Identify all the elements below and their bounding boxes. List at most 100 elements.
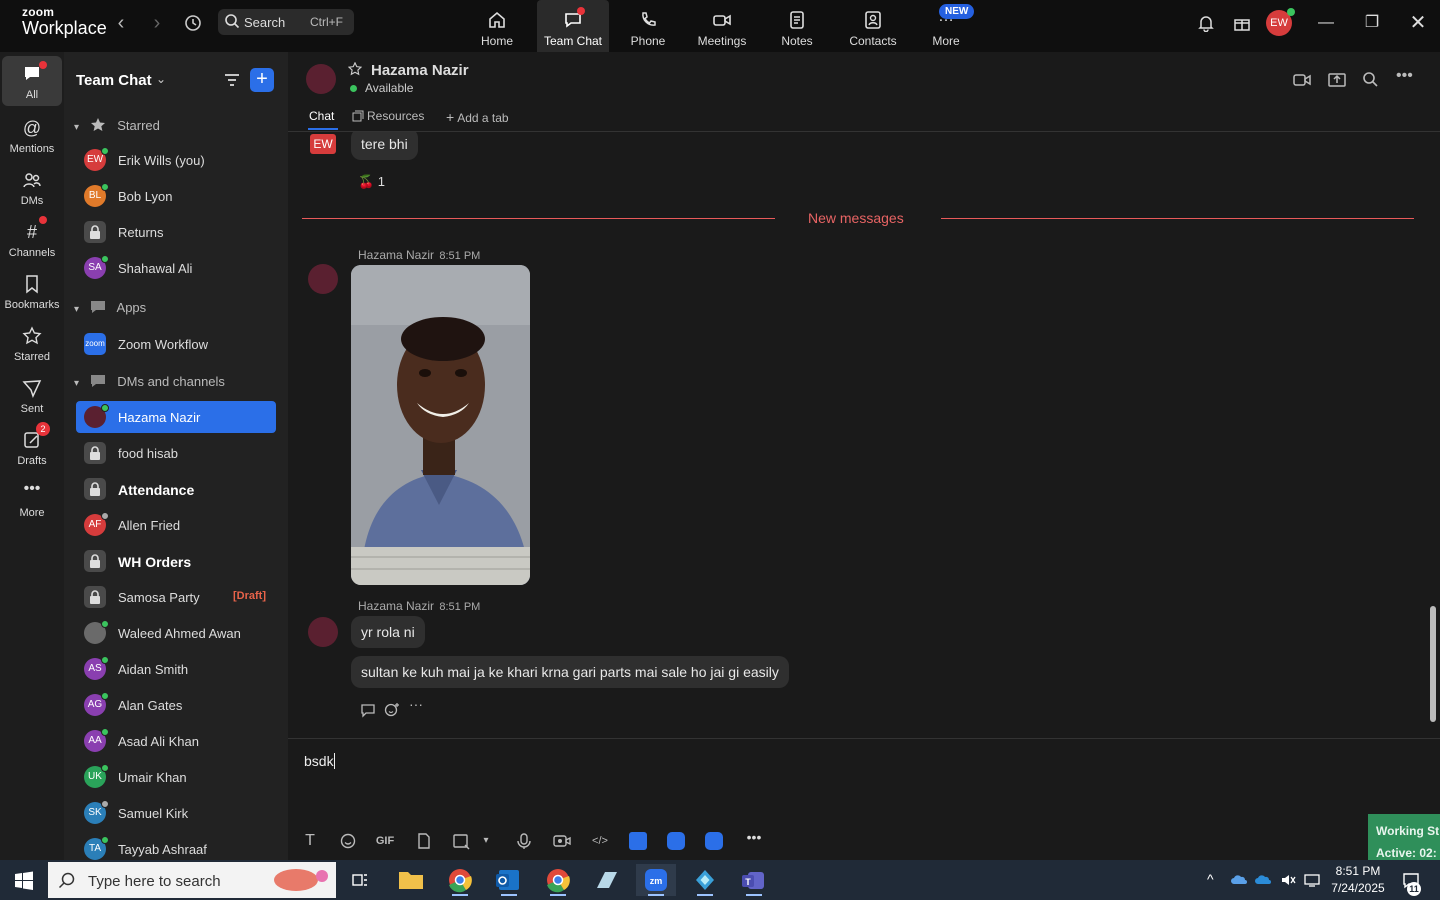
network-icon[interactable] bbox=[1303, 871, 1321, 889]
rail-dms[interactable]: DMs bbox=[2, 162, 62, 212]
rail-sent[interactable]: Sent bbox=[2, 370, 62, 420]
teams-icon[interactable]: T bbox=[734, 864, 774, 896]
sidebar-item[interactable]: SK Samuel Kirk bbox=[76, 797, 276, 829]
sidebar-item[interactable]: zoom Zoom Workflow bbox=[76, 328, 276, 360]
sidebar-item[interactable]: UK Umair Khan bbox=[76, 761, 276, 793]
task-view-icon[interactable] bbox=[351, 871, 369, 889]
mic-icon[interactable] bbox=[514, 831, 534, 851]
sidebar-item[interactable]: AG Alan Gates bbox=[76, 689, 276, 721]
rail-all[interactable]: All bbox=[2, 56, 62, 106]
contact-avatar[interactable] bbox=[306, 64, 336, 94]
outlook-icon[interactable] bbox=[489, 864, 529, 896]
taskbar-clock[interactable]: 8:51 PM 7/24/2025 bbox=[1330, 863, 1386, 897]
zoom-app-icon[interactable]: zm bbox=[636, 864, 676, 896]
rail-more[interactable]: ••• More bbox=[2, 474, 62, 524]
tab-resources[interactable]: Resources bbox=[352, 109, 424, 123]
sidebar-item[interactable]: TA Tayyab Ashraaf bbox=[76, 833, 276, 860]
nav-team-chat[interactable]: Team Chat bbox=[537, 0, 609, 52]
sender-avatar[interactable] bbox=[308, 264, 338, 294]
rail-mentions[interactable]: @ Mentions bbox=[2, 110, 62, 160]
share-screen-icon[interactable] bbox=[1327, 70, 1347, 90]
nav-phone[interactable]: Phone bbox=[612, 0, 684, 52]
new-chat-button[interactable]: + bbox=[250, 68, 274, 92]
chevron-down-icon[interactable]: ⌄ bbox=[156, 72, 166, 86]
reaction-chip[interactable]: 🍒 1 bbox=[358, 174, 385, 190]
gif-icon[interactable]: GIF bbox=[375, 831, 395, 851]
chrome-icon[interactable] bbox=[440, 864, 480, 896]
message-bubble[interactable]: tere bhi bbox=[351, 132, 418, 160]
rail-channels[interactable]: # Channels bbox=[2, 214, 62, 264]
search-input[interactable]: Search Ctrl+F bbox=[218, 9, 354, 35]
rail-drafts[interactable]: 2 Drafts bbox=[2, 422, 62, 472]
sidebar-item[interactable]: Waleed Ahmed Awan bbox=[76, 617, 276, 649]
app-icon[interactable] bbox=[587, 864, 627, 896]
nav-home[interactable]: Home bbox=[461, 0, 533, 52]
ellipsis-icon[interactable]: ··· bbox=[409, 696, 423, 712]
scrollbar[interactable] bbox=[1430, 606, 1436, 722]
history-icon[interactable] bbox=[182, 12, 204, 34]
emoji-icon[interactable] bbox=[338, 831, 358, 851]
minimize-icon[interactable]: — bbox=[1313, 10, 1339, 36]
composer-input[interactable]: bsdk bbox=[304, 753, 335, 769]
file-icon[interactable] bbox=[414, 831, 434, 851]
section-starred[interactable]: ▾ Starred bbox=[74, 118, 160, 138]
video-call-icon[interactable] bbox=[1292, 70, 1312, 90]
sidebar-item[interactable]: SA Shahawal Ali bbox=[76, 252, 276, 284]
section-apps[interactable]: ▾ Apps bbox=[74, 300, 146, 320]
text-format-icon[interactable]: T bbox=[300, 831, 320, 851]
file-explorer-icon[interactable] bbox=[391, 864, 431, 896]
app-icon-2[interactable] bbox=[667, 832, 685, 850]
shared-photo[interactable] bbox=[351, 265, 530, 585]
rail-starred[interactable]: Starred bbox=[2, 318, 62, 368]
search-icon[interactable] bbox=[1361, 70, 1381, 90]
sidebar-title[interactable]: Team Chat bbox=[76, 72, 152, 89]
forward-arrow-icon[interactable]: › bbox=[146, 12, 168, 34]
contact-name[interactable]: Hazama Nazir bbox=[371, 62, 469, 79]
section-dms-and-channels[interactable]: ▾ DMs and channels bbox=[74, 374, 225, 394]
working-status-widget[interactable]: Working St Active: 02: bbox=[1368, 814, 1440, 860]
sidebar-item[interactable]: Attendance bbox=[76, 473, 276, 505]
sender-avatar[interactable]: EW bbox=[310, 134, 336, 154]
app-icon-3[interactable] bbox=[705, 832, 723, 850]
chrome-profile-icon[interactable] bbox=[538, 864, 578, 896]
volume-icon[interactable] bbox=[1279, 871, 1297, 889]
sidebar-item[interactable]: Samosa Party [Draft] bbox=[76, 581, 276, 613]
filter-icon[interactable] bbox=[222, 70, 242, 90]
sender-name[interactable]: Hazama Nazir bbox=[358, 248, 434, 262]
onedrive-icon[interactable] bbox=[1231, 871, 1249, 889]
gift-icon[interactable] bbox=[1229, 10, 1255, 36]
windows-start-icon[interactable] bbox=[14, 871, 34, 891]
cloud-icon[interactable] bbox=[1255, 871, 1273, 889]
ellipsis-icon[interactable]: ••• bbox=[744, 830, 764, 851]
message-bubble[interactable]: yr rola ni bbox=[351, 616, 425, 648]
close-icon[interactable]: ✕ bbox=[1405, 10, 1431, 36]
video-clip-icon[interactable] bbox=[552, 831, 572, 851]
app-icon-1[interactable] bbox=[629, 832, 647, 850]
add-reaction-icon[interactable] bbox=[384, 702, 400, 718]
rail-bookmarks[interactable]: Bookmarks bbox=[2, 266, 62, 316]
reply-icon[interactable] bbox=[360, 702, 376, 718]
sidebar-item[interactable]: Returns bbox=[76, 216, 276, 248]
taskbar-search-box[interactable]: Type here to search bbox=[48, 862, 336, 898]
tab-add[interactable]: + Add a tab bbox=[446, 109, 509, 125]
message-bubble[interactable]: sultan ke kuh mai ja ke khari krna gari … bbox=[351, 656, 789, 688]
copilot-icon[interactable] bbox=[685, 864, 725, 896]
sidebar-item[interactable]: Hazama Nazir bbox=[76, 401, 276, 433]
star-icon[interactable] bbox=[348, 62, 362, 76]
screenshot-icon[interactable] bbox=[451, 831, 471, 851]
chevron-up-icon[interactable]: ^ bbox=[1207, 871, 1225, 889]
back-arrow-icon[interactable]: ‹ bbox=[110, 12, 132, 34]
sidebar-item[interactable]: food hisab bbox=[76, 437, 276, 469]
bell-icon[interactable] bbox=[1193, 10, 1219, 36]
sender-name[interactable]: Hazama Nazir bbox=[358, 599, 434, 613]
sidebar-item[interactable]: AS Aidan Smith bbox=[76, 653, 276, 685]
nav-meetings[interactable]: Meetings bbox=[686, 0, 758, 52]
sidebar-item[interactable]: EW Erik Wills (you) bbox=[76, 144, 276, 176]
nav-contacts[interactable]: Contacts bbox=[837, 0, 909, 52]
chevron-down-icon[interactable]: ▾ bbox=[476, 831, 496, 851]
sidebar-item[interactable]: AA Asad Ali Khan bbox=[76, 725, 276, 757]
code-icon[interactable]: </> bbox=[590, 831, 610, 851]
tab-chat[interactable]: Chat bbox=[309, 109, 334, 123]
sidebar-item[interactable]: WH Orders bbox=[76, 545, 276, 577]
sidebar-item[interactable]: BL Bob Lyon bbox=[76, 180, 276, 212]
